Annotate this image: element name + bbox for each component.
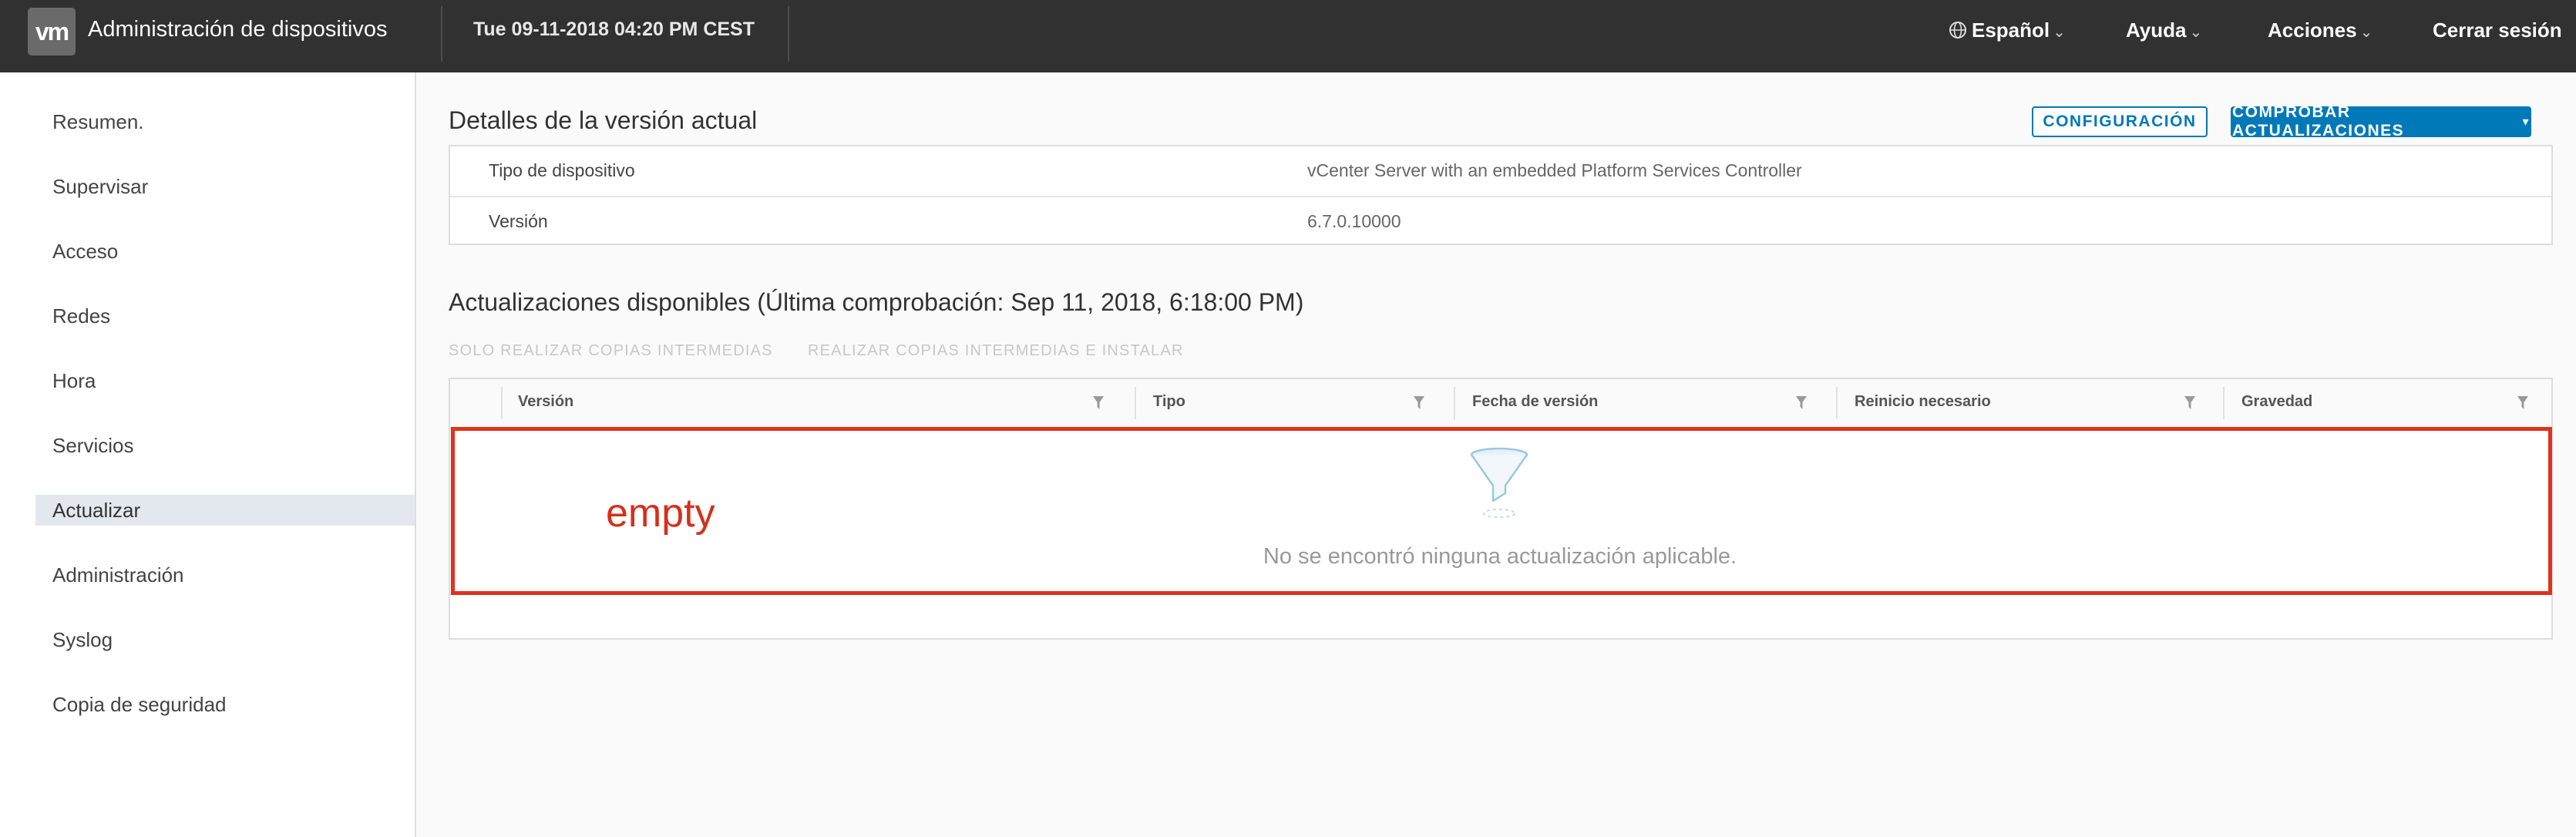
language-menu[interactable]: Español ⌄ <box>1949 18 2066 45</box>
sidebar-item-time[interactable]: Hora <box>35 365 415 396</box>
version-details-table: Tipo de dispositivo vCenter Server with … <box>449 145 2553 245</box>
details-row: Versión 6.7.0.10000 <box>450 196 2551 247</box>
available-updates-title: Actualizaciones disponibles (Última comp… <box>449 288 1304 316</box>
app-title: Administración de dispositivos <box>88 17 388 42</box>
version-label: Versión <box>489 211 548 231</box>
column-divider <box>2223 387 2225 419</box>
filter-icon[interactable] <box>2184 396 2195 410</box>
current-datetime: Tue 09-11-2018 04:20 PM CEST <box>473 18 755 40</box>
chevron-down-icon: ▾ <box>2522 116 2530 129</box>
version-value: 6.7.0.10000 <box>1307 211 1401 231</box>
appliance-type-value: vCenter Server with an embedded Platform… <box>1307 160 1802 180</box>
column-header-version[interactable]: Versión <box>518 393 573 411</box>
logout-link[interactable]: Cerrar sesión <box>2433 18 2562 42</box>
header-divider <box>441 6 442 62</box>
column-header-release-date[interactable]: Fecha de versión <box>1472 393 1598 411</box>
filter-icon[interactable] <box>1093 396 1104 410</box>
sidebar-item-networking[interactable]: Redes <box>35 301 415 331</box>
configuration-button[interactable]: CONFIGURACIÓN <box>2032 106 2208 137</box>
chevron-down-icon: ⌄ <box>2053 24 2066 41</box>
globe-icon <box>1949 21 1967 45</box>
filter-icon[interactable] <box>1796 396 1807 410</box>
chevron-down-icon: ⌄ <box>2189 24 2203 41</box>
chevron-down-icon: ⌄ <box>2359 24 2373 41</box>
column-header-severity[interactable]: Gravedad <box>2241 393 2312 411</box>
sidebar-item-administration[interactable]: Administración <box>35 560 415 590</box>
header-divider <box>788 6 789 62</box>
column-header-type[interactable]: Tipo <box>1153 393 1185 411</box>
column-divider <box>1454 387 1455 419</box>
help-menu[interactable]: Ayuda ⌄ <box>2126 18 2202 42</box>
actions-menu[interactable]: Acciones ⌄ <box>2268 18 2373 42</box>
actions-label: Acciones <box>2268 18 2357 42</box>
language-label: Español <box>1972 18 2050 42</box>
column-divider <box>1135 387 1136 419</box>
check-updates-label: COMPROBAR ACTUALIZACIONES <box>2232 103 2405 140</box>
filter-icon[interactable] <box>1414 396 1424 410</box>
annotation-label: empty <box>606 491 715 536</box>
top-header: vm Administración de dispositivos Tue 09… <box>0 0 2576 72</box>
sidebar-item-syslog[interactable]: Syslog <box>35 624 415 655</box>
sidebar-item-summary[interactable]: Resumen. <box>35 106 415 137</box>
sidebar-item-backup[interactable]: Copia de seguridad <box>35 689 415 720</box>
help-label: Ayuda <box>2126 18 2187 42</box>
stage-only-action[interactable]: SOLO REALIZAR COPIAS INTERMEDIAS <box>449 342 773 360</box>
appliance-type-label: Tipo de dispositivo <box>489 160 635 180</box>
filter-icon[interactable] <box>2517 396 2528 410</box>
current-version-title: Detalles de la versión actual <box>449 106 758 134</box>
annotation-box <box>451 427 2552 595</box>
vmware-logo: vm <box>28 8 76 55</box>
column-divider <box>501 387 503 419</box>
datagrid-header: Versión Tipo Fecha de versión Reinicio n… <box>450 379 2551 429</box>
column-header-reboot-required[interactable]: Reinicio necesario <box>1855 393 1991 411</box>
column-divider <box>1836 387 1838 419</box>
details-row: Tipo de dispositivo vCenter Server with … <box>450 146 2551 196</box>
stage-and-install-action[interactable]: REALIZAR COPIAS INTERMEDIAS E INSTALAR <box>808 342 1184 360</box>
datagrid-footer <box>450 593 2551 638</box>
sidebar-item-access[interactable]: Acceso <box>35 236 415 267</box>
sidebar-item-services[interactable]: Servicios <box>35 430 415 461</box>
check-updates-button[interactable]: COMPROBAR ACTUALIZACIONES ▾ <box>2231 103 2531 140</box>
sidebar-item-update[interactable]: Actualizar <box>35 495 415 526</box>
sidebar-item-monitor[interactable]: Supervisar <box>35 171 415 202</box>
